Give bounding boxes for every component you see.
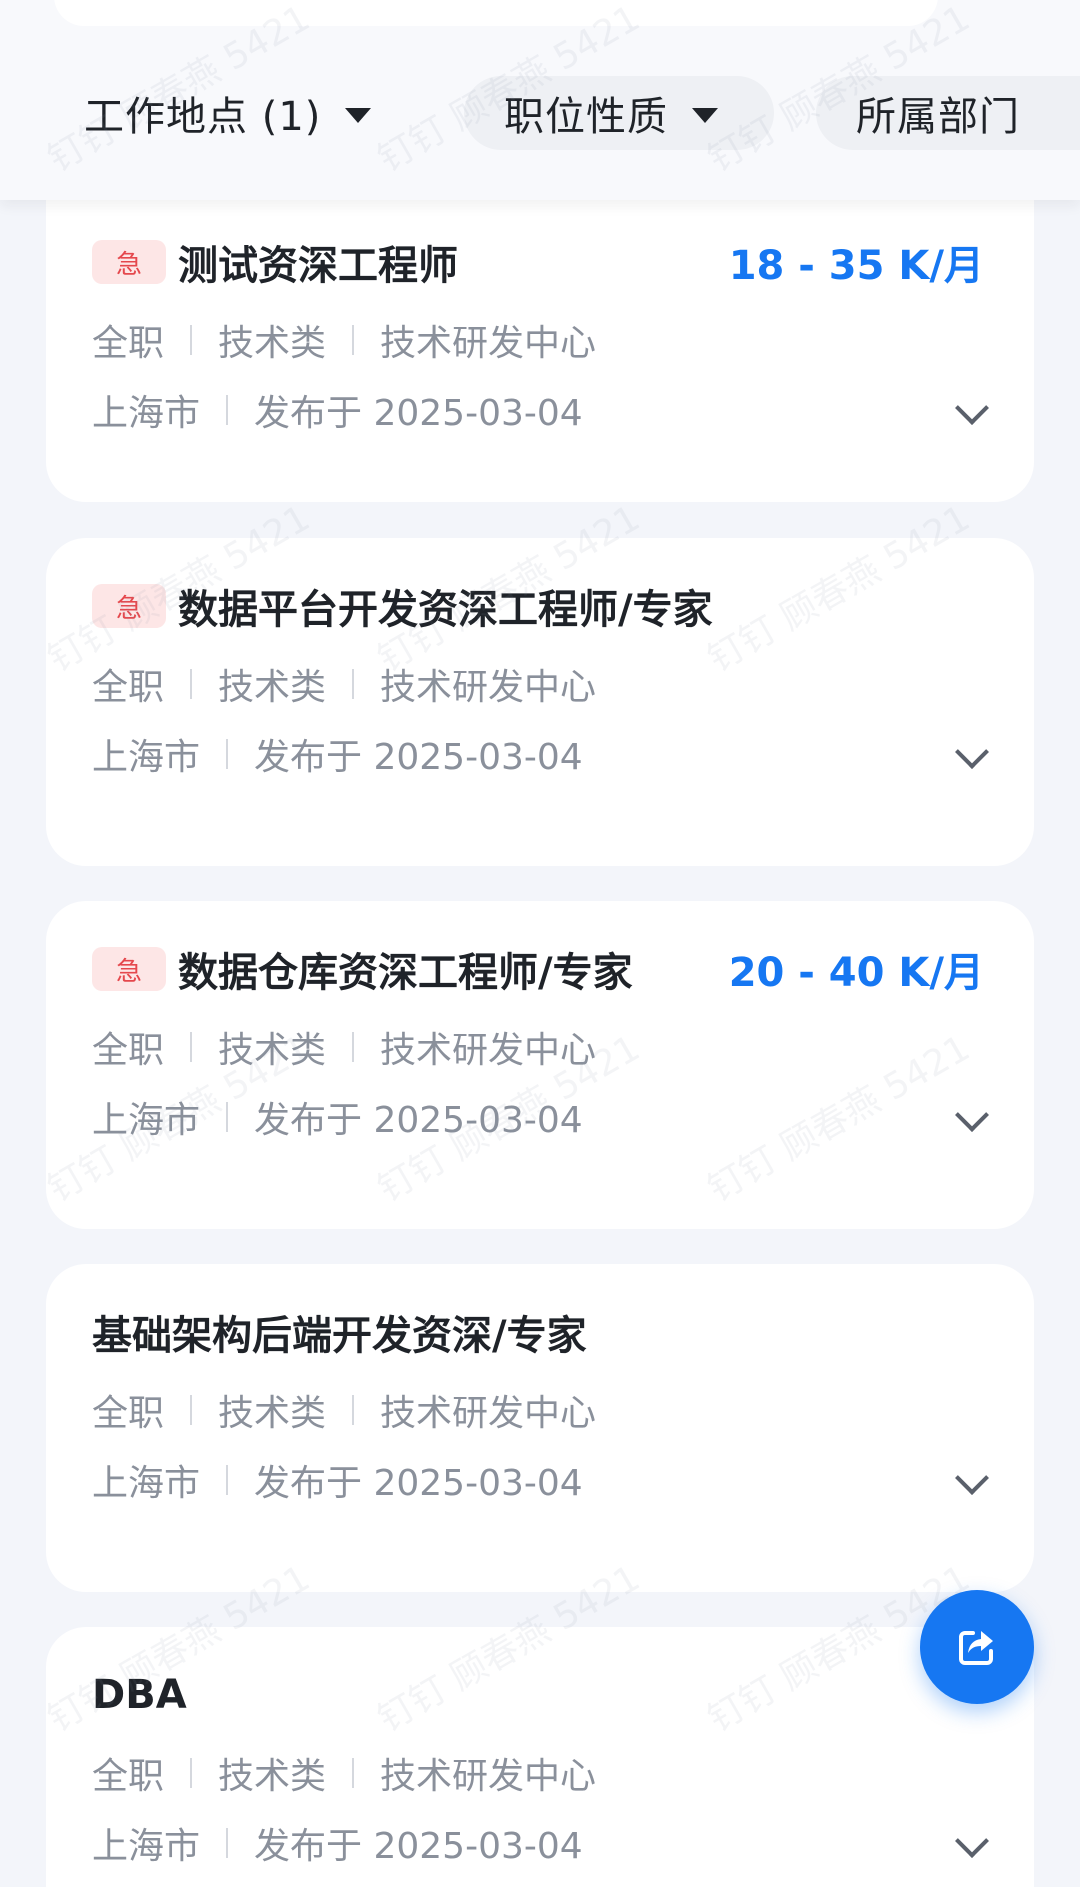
chevron-down-icon[interactable] xyxy=(955,1098,989,1132)
job-department: 技术研发中心 xyxy=(380,1393,597,1434)
filter-bar: 工作地点 (1) 职位性质 所属部门 xyxy=(0,0,1080,200)
job-tags: 全职 技术类 技术研发中心 xyxy=(92,658,596,710)
job-title: 数据平台开发资深工程师/专家 xyxy=(178,587,713,633)
urgent-badge: 急 xyxy=(92,947,166,991)
job-type: 全职 xyxy=(92,667,165,708)
job-card[interactable]: 急 测试资深工程师 18 - 35 K/月 全职 技术类 技术研发中心 上海市 … xyxy=(46,176,1034,502)
divider xyxy=(226,739,229,769)
job-city: 上海市 xyxy=(92,1463,201,1504)
divider xyxy=(352,1395,355,1425)
job-category: 技术类 xyxy=(218,667,327,708)
job-location-date: 上海市 发布于 2025-03-04 xyxy=(92,1454,583,1506)
job-card[interactable]: 基础架构后端开发资深/专家 全职 技术类 技术研发中心 上海市 发布于 2025… xyxy=(46,1264,1034,1592)
job-category: 技术类 xyxy=(218,1756,327,1797)
job-card[interactable]: DBA 全职 技术类 技术研发中心 上海市 发布于 2025-03-04 xyxy=(46,1627,1034,1887)
filter-job-type[interactable]: 职位性质 xyxy=(464,76,774,150)
job-card[interactable]: 急 数据平台开发资深工程师/专家 全职 技术类 技术研发中心 上海市 发布于 2… xyxy=(46,538,1034,866)
chevron-down-icon[interactable] xyxy=(955,1824,989,1858)
job-category: 技术类 xyxy=(218,323,327,364)
filter-job-type-label: 职位性质 xyxy=(504,94,668,140)
job-location-date: 上海市 发布于 2025-03-04 xyxy=(92,1817,583,1869)
chevron-down-icon[interactable] xyxy=(955,391,989,425)
job-title-row: 急 数据仓库资深工程师/专家 20 - 40 K/月 xyxy=(92,939,984,999)
search-bar-partial[interactable] xyxy=(54,0,938,26)
job-type: 全职 xyxy=(92,323,165,364)
job-city: 上海市 xyxy=(92,1100,201,1141)
caret-down-icon xyxy=(345,107,372,123)
job-title: DBA xyxy=(92,1672,187,1718)
job-type: 全职 xyxy=(92,1393,165,1434)
job-tags: 全职 技术类 技术研发中心 xyxy=(92,1747,596,1799)
job-title: 数据仓库资深工程师/专家 xyxy=(178,950,633,996)
urgent-badge: 急 xyxy=(92,240,166,284)
job-department: 技术研发中心 xyxy=(380,667,597,708)
divider xyxy=(226,1102,229,1132)
job-category: 技术类 xyxy=(218,1030,327,1071)
caret-down-icon xyxy=(692,107,718,123)
job-published: 发布于 2025-03-04 xyxy=(254,393,583,434)
job-type: 全职 xyxy=(92,1756,165,1797)
divider xyxy=(352,1758,355,1788)
chevron-down-icon[interactable] xyxy=(955,1461,989,1495)
job-tags: 全职 技术类 技术研发中心 xyxy=(92,1021,596,1073)
job-title-row: 基础架构后端开发资深/专家 xyxy=(92,1302,984,1362)
job-tags: 全职 技术类 技术研发中心 xyxy=(92,1384,596,1436)
divider xyxy=(190,669,193,699)
job-location-date: 上海市 发布于 2025-03-04 xyxy=(92,728,583,780)
divider xyxy=(352,325,355,355)
job-salary: 20 - 40 K/月 xyxy=(728,950,984,996)
job-title-row: 急 测试资深工程师 18 - 35 K/月 xyxy=(92,232,984,292)
job-card[interactable]: 急 数据仓库资深工程师/专家 20 - 40 K/月 全职 技术类 技术研发中心… xyxy=(46,901,1034,1229)
job-published: 发布于 2025-03-04 xyxy=(254,1826,583,1867)
urgent-badge: 急 xyxy=(92,584,166,628)
job-department: 技术研发中心 xyxy=(380,1030,597,1071)
job-tags: 全职 技术类 技术研发中心 xyxy=(92,314,596,366)
divider xyxy=(226,395,229,425)
divider xyxy=(190,1395,193,1425)
job-published: 发布于 2025-03-04 xyxy=(254,1100,583,1141)
job-published: 发布于 2025-03-04 xyxy=(254,1463,583,1504)
divider xyxy=(352,1032,355,1062)
job-title-row: DBA xyxy=(92,1665,984,1725)
job-type: 全职 xyxy=(92,1030,165,1071)
job-department: 技术研发中心 xyxy=(380,1756,597,1797)
job-department: 技术研发中心 xyxy=(380,323,597,364)
share-button[interactable] xyxy=(920,1590,1034,1704)
job-published: 发布于 2025-03-04 xyxy=(254,737,583,778)
job-city: 上海市 xyxy=(92,737,201,778)
filter-department[interactable]: 所属部门 xyxy=(816,76,1080,150)
job-title: 基础架构后端开发资深/专家 xyxy=(92,1313,587,1359)
job-city: 上海市 xyxy=(92,1826,201,1867)
filter-location[interactable]: 工作地点 (1) xyxy=(84,76,372,150)
divider xyxy=(226,1828,229,1858)
filter-location-label: 工作地点 (1) xyxy=(84,94,322,140)
job-city: 上海市 xyxy=(92,393,201,434)
divider xyxy=(352,669,355,699)
job-title-row: 急 数据平台开发资深工程师/专家 xyxy=(92,576,984,636)
job-salary: 18 - 35 K/月 xyxy=(728,243,984,289)
job-title: 测试资深工程师 xyxy=(178,243,458,289)
job-location-date: 上海市 发布于 2025-03-04 xyxy=(92,384,583,436)
divider xyxy=(190,1758,193,1788)
divider xyxy=(190,1032,193,1062)
divider xyxy=(226,1465,229,1495)
chevron-down-icon[interactable] xyxy=(955,735,989,769)
share-icon xyxy=(959,1631,993,1665)
filter-department-label: 所属部门 xyxy=(856,94,1020,140)
job-category: 技术类 xyxy=(218,1393,327,1434)
divider xyxy=(190,325,193,355)
job-location-date: 上海市 发布于 2025-03-04 xyxy=(92,1091,583,1143)
